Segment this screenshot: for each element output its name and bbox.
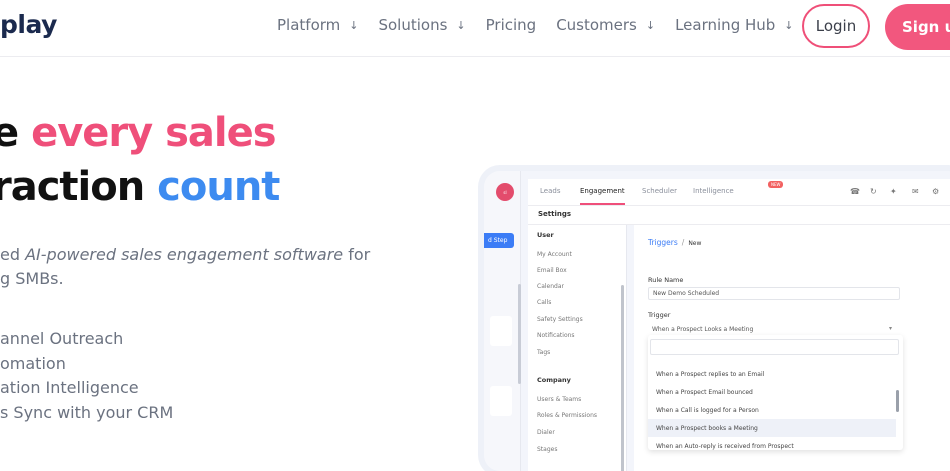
new-badge: NEW: [768, 181, 784, 188]
breadcrumb: Triggers / New: [648, 238, 701, 247]
settings-title: Settings: [538, 210, 572, 218]
feature-list: annel Outreach omation ation Intelligenc…: [0, 327, 173, 425]
hero-heading-highlight: count: [157, 164, 280, 210]
side-section-user: User: [537, 231, 554, 239]
scrollbar[interactable]: [518, 284, 521, 384]
nav-item-label: Platform: [277, 16, 341, 34]
desc-text: ed: [0, 245, 26, 264]
side-item-dialer[interactable]: Dialer: [537, 429, 555, 436]
notifications-icon[interactable]: ✉: [912, 187, 919, 196]
login-button[interactable]: Login: [802, 4, 870, 48]
nav-menu: Platform ↓ Solutions ↓ Pricing Customers…: [277, 16, 814, 34]
breadcrumb-triggers-link[interactable]: Triggers: [648, 238, 678, 247]
settings-header: Settings: [528, 206, 950, 225]
rule-name-input[interactable]: New Demo Scheduled: [648, 287, 900, 300]
nav-item-label: Learning Hub: [675, 16, 776, 34]
hero-heading-text: e: [0, 110, 19, 156]
trigger-label: Trigger: [648, 311, 671, 319]
app-tab-bar: Leads Engagement Scheduler Intelligence …: [528, 179, 950, 206]
rule-name-label: Rule Name: [648, 276, 684, 284]
breadcrumb-separator: /: [681, 238, 685, 247]
tab-engagement[interactable]: Engagement: [580, 187, 625, 205]
chevron-down-icon: ▾: [888, 325, 892, 332]
dropdown-option[interactable]: When an Auto-reply is received from Pros…: [648, 437, 896, 455]
app-logo-icon: sl: [496, 183, 514, 201]
hero-heading-text: raction: [0, 164, 158, 210]
nav-item-solutions[interactable]: Solutions ↓: [378, 16, 465, 34]
desc-emphasis: AI-powered sales engagement software: [25, 245, 344, 264]
phone-icon[interactable]: ☎: [850, 187, 860, 196]
desc-text: for: [343, 245, 371, 264]
breadcrumb-current: New: [688, 240, 702, 247]
tab-intelligence[interactable]: Intelligence: [693, 187, 734, 195]
refresh-icon[interactable]: ↻: [870, 187, 877, 196]
feature-item: omation: [0, 353, 66, 373]
add-step-button[interactable]: d Step: [484, 233, 514, 248]
hero-heading-line-2: raction count: [0, 164, 280, 210]
rail-card: [490, 386, 512, 416]
nav-item-learning-hub[interactable]: Learning Hub ↓: [675, 16, 793, 34]
settings-icon[interactable]: ⚙: [932, 187, 939, 196]
dropdown-option[interactable]: When a Call is logged for a Person: [648, 401, 896, 419]
hero-description: ed AI-powered sales engagement software …: [0, 243, 370, 291]
scrollbar[interactable]: [621, 285, 624, 471]
trigger-dropdown: When a Prospect replies to an Email When…: [648, 335, 903, 450]
side-item-my-account[interactable]: My Account: [537, 251, 572, 258]
arrow-down-icon: ↓: [456, 18, 466, 32]
side-item-calendar[interactable]: Calendar: [537, 283, 564, 290]
lightbulb-icon[interactable]: ✦: [890, 187, 897, 196]
hero-heading-line-1: e every sales: [0, 110, 277, 156]
side-item-users-teams[interactable]: Users & Teams: [537, 396, 581, 403]
side-section-company: Company: [537, 376, 571, 384]
rail-card: [490, 316, 512, 346]
dropdown-option[interactable]: When a Prospect replies to an Email: [648, 365, 896, 383]
nav-item-label: Solutions: [378, 16, 448, 34]
hero-heading-highlight: every sales: [31, 110, 277, 156]
feature-item: s Sync with your CRM: [0, 402, 174, 422]
feature-item: annel Outreach: [0, 329, 124, 348]
app-screenshot: sl d Step ⋮ ⋮ Leads Engagement Scheduler…: [484, 171, 950, 471]
nav-item-pricing[interactable]: Pricing: [486, 16, 537, 34]
nav-item-platform[interactable]: Platform ↓: [277, 16, 358, 34]
arrow-down-icon: ↓: [645, 18, 656, 32]
feature-item: ation Intelligence: [0, 378, 139, 397]
dropdown-option[interactable]: When a Prospect Email bounced: [648, 383, 896, 401]
rule-name-value: New Demo Scheduled: [653, 290, 720, 297]
trigger-value: When a Prospect Looks a Meeting: [652, 326, 754, 333]
tab-scheduler[interactable]: Scheduler: [642, 187, 677, 195]
dropdown-search-input[interactable]: [650, 339, 899, 355]
dropdown-option-highlighted[interactable]: When a Prospect books a Meeting: [648, 419, 896, 437]
trigger-form: Triggers / New Rule Name New Demo Schedule…: [634, 225, 950, 471]
app-left-rail: sl d Step ⋮ ⋮: [484, 171, 523, 471]
scrollbar[interactable]: [896, 390, 899, 412]
side-item-roles-permissions[interactable]: Roles & Permissions: [537, 412, 597, 419]
side-item-stages[interactable]: Stages: [537, 446, 557, 453]
arrow-down-icon: ↓: [349, 18, 359, 32]
settings-sidebar: User My Account Email Box Calendar Calls…: [528, 225, 627, 471]
top-navigation: play Platform ↓ Solutions ↓ Pricing Cust…: [0, 0, 950, 57]
brand-logo[interactable]: play: [0, 10, 57, 39]
desc-text: g SMBs.: [0, 269, 64, 288]
side-item-safety-settings[interactable]: Safety Settings: [537, 316, 583, 323]
nav-item-customers[interactable]: Customers ↓: [556, 16, 655, 34]
side-item-calls[interactable]: Calls: [537, 299, 551, 306]
arrow-down-icon: ↓: [784, 18, 794, 32]
signup-button[interactable]: Sign up: [885, 4, 950, 50]
side-item-notifications[interactable]: Notifications: [537, 332, 575, 339]
nav-item-label: Customers: [556, 16, 637, 34]
nav-item-label: Pricing: [485, 16, 537, 34]
side-item-tags[interactable]: Tags: [537, 349, 550, 356]
tab-leads[interactable]: Leads: [540, 187, 560, 195]
side-item-email-box[interactable]: Email Box: [537, 267, 567, 274]
